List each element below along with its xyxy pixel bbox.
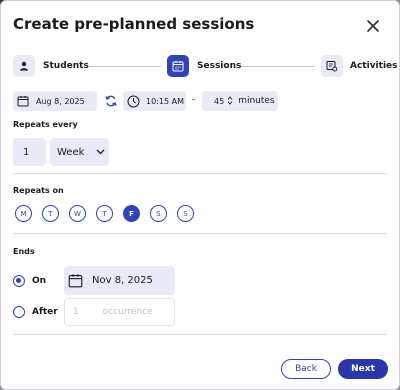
occurrence-input[interactable]: 1 occurrence (64, 298, 175, 326)
day-toggle-sat[interactable]: S (150, 205, 167, 222)
day-toggle-sun[interactable]: S (177, 205, 194, 222)
repeat-unit-value: Week (57, 146, 85, 158)
dialog-title: Create pre-planned sessions (13, 15, 255, 33)
duration-value: 45 (214, 96, 225, 106)
start-date-value: Aug 8, 2025 (36, 96, 85, 106)
duration-unit: minutes (238, 96, 275, 106)
repeats-every-label: Repeats every (13, 120, 78, 129)
duration-field[interactable]: 45 minutes (202, 91, 278, 111)
step-sessions[interactable] (167, 55, 189, 77)
repeat-interval-value: 1 (23, 146, 30, 158)
chevron-down-icon (96, 147, 105, 158)
occurrence-unit: occurrence (102, 307, 153, 317)
ends-on-radio[interactable] (13, 275, 25, 287)
back-button[interactable]: Back (281, 359, 331, 379)
activities-icon (326, 61, 338, 72)
calendar-icon (172, 61, 184, 72)
step-connector (89, 66, 161, 67)
create-sessions-dialog: Create pre-planned sessions Students Ses… (0, 0, 400, 390)
repeat-interval-input[interactable]: 1 (13, 138, 46, 166)
occurrence-value: 1 (73, 307, 79, 317)
calendar-icon (68, 273, 83, 288)
clock-icon (126, 94, 140, 108)
ends-label: Ends (13, 247, 35, 256)
day-toggle-mon[interactable]: M (15, 205, 32, 222)
repeat-unit-select[interactable]: Week (50, 138, 109, 166)
refresh-icon[interactable] (104, 93, 118, 107)
divider (13, 334, 387, 335)
next-button[interactable]: Next (338, 359, 388, 379)
calendar-icon (16, 94, 30, 108)
step-activities[interactable] (321, 55, 343, 77)
close-icon[interactable] (364, 17, 382, 35)
step-sessions-label: Sessions (197, 61, 242, 71)
spinner-icon[interactable] (227, 95, 233, 107)
divider (13, 173, 387, 174)
start-time-value: 10:15 AM (146, 96, 184, 106)
ends-after-label: After (32, 307, 58, 317)
end-date-value: Nov 8, 2025 (92, 275, 153, 286)
end-date-field[interactable]: Nov 8, 2025 (64, 266, 175, 295)
day-toggle-wed[interactable]: W (69, 205, 86, 222)
start-date-field[interactable]: Aug 8, 2025 (13, 91, 97, 111)
ends-after-radio[interactable] (13, 306, 25, 318)
start-time-field[interactable]: 10:15 AM (123, 91, 186, 111)
ends-on-label: On (32, 276, 47, 286)
step-connector (241, 66, 315, 67)
day-toggle-fri[interactable]: F (123, 205, 140, 222)
time-separator: - (192, 95, 196, 105)
step-activities-label: Activities (350, 61, 398, 71)
day-toggle-thu[interactable]: T (96, 205, 113, 222)
step-students-label: Students (43, 61, 89, 71)
day-toggle-tue[interactable]: T (42, 205, 59, 222)
divider (13, 233, 387, 234)
step-students[interactable] (13, 55, 35, 77)
repeats-on-label: Repeats on (13, 186, 64, 195)
person-icon (20, 61, 28, 71)
